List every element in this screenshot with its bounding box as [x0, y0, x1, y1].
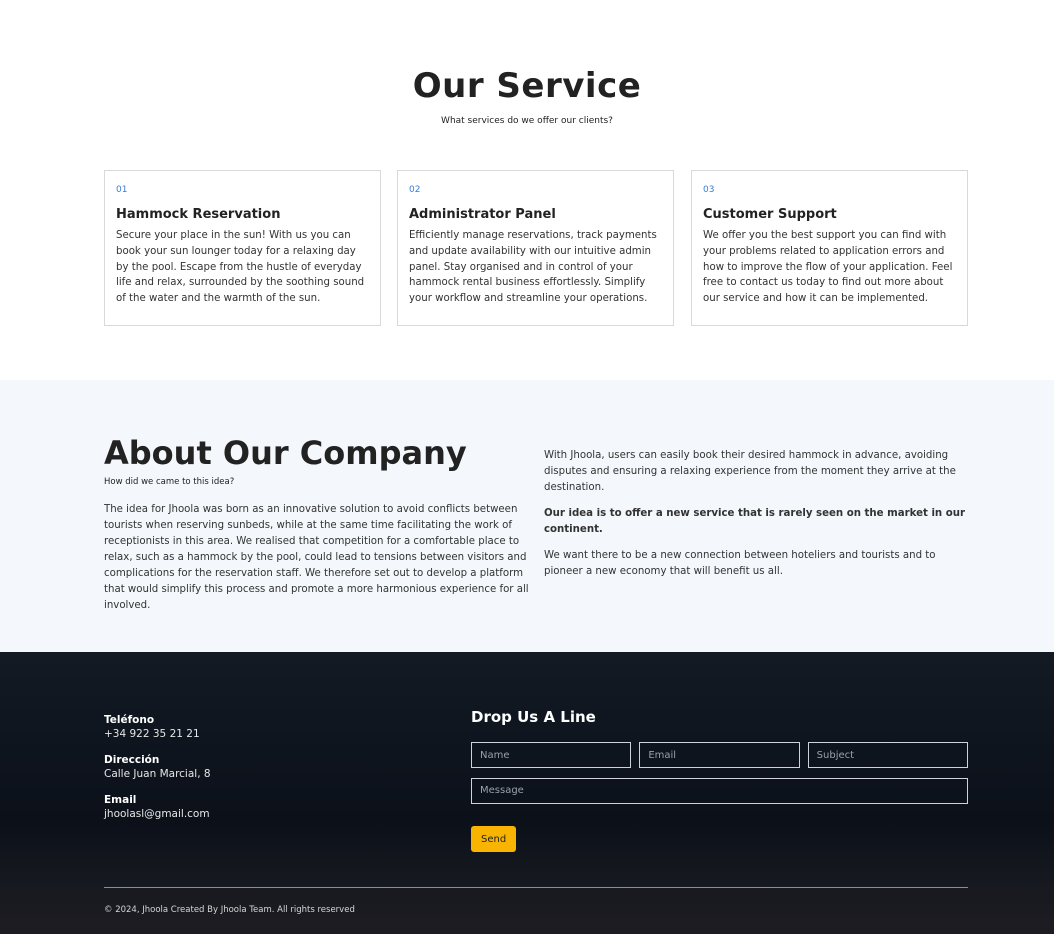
about-section: About Our Company How did we came to thi… [0, 380, 1054, 652]
service-card-text: Secure your place in the sun! With us yo… [116, 230, 365, 305]
address-value: Calle Juan Marcial, 8 [104, 768, 211, 780]
contact-email: Email jhoolasl@gmail.com [104, 794, 211, 820]
email-value: jhoolasl@gmail.com [104, 808, 210, 820]
service-card-text: We offer you the best support you can fi… [703, 230, 953, 305]
message-input[interactable] [471, 778, 968, 804]
service-card-admin: 02 Administrator Panel Efficiently manag… [397, 170, 674, 326]
about-left-text: The idea for Jhoola was born as an innov… [104, 504, 529, 611]
address-label: Dirección [104, 754, 160, 766]
send-button[interactable]: Send [471, 826, 517, 852]
form-title: Drop Us A Line [471, 708, 596, 726]
about-subtitle: How did we came to this idea? [104, 477, 235, 487]
footer-divider [104, 887, 968, 888]
copyright-text: © 2024, Jhoola Created By Jhoola Team. A… [104, 905, 355, 915]
service-card-number: 03 [703, 185, 715, 195]
form-row [471, 742, 968, 768]
service-card-title: Customer Support [703, 207, 837, 222]
about-highlight-paragraph: Our idea is to offer a new service that … [544, 508, 966, 535]
contact-address: Dirección Calle Juan Marcial, 8 [104, 754, 211, 780]
name-input[interactable] [471, 742, 632, 768]
service-card-title: Hammock Reservation [116, 207, 281, 222]
phone-value: +34 922 35 21 21 [104, 728, 200, 740]
services-title: Our Service [412, 66, 642, 106]
about-title: About Our Company [104, 434, 467, 472]
services-section: Our Service What services do we offer ou… [0, 0, 1054, 380]
service-card-title: Administrator Panel [409, 207, 556, 222]
contact-phone: Teléfono +34 922 35 21 21 [104, 714, 211, 740]
service-card-number: 01 [116, 185, 128, 195]
services-subtitle: What services do we offer our clients? [441, 116, 613, 126]
service-card-number: 02 [409, 185, 421, 195]
about-right-paragraph: With Jhoola, users can easily book their… [544, 450, 956, 493]
subject-input[interactable] [807, 742, 968, 768]
service-card-text: Efficiently manage reservations, track p… [409, 230, 657, 305]
about-right-column: With Jhoola, users can easily book their… [544, 448, 969, 590]
phone-label: Teléfono [104, 714, 155, 726]
service-card-hammock: 01 Hammock Reservation Secure your place… [104, 170, 381, 326]
contact-info: Teléfono +34 922 35 21 21 Dirección Call… [104, 714, 211, 834]
email-input[interactable] [639, 742, 800, 768]
footer: Teléfono +34 922 35 21 21 Dirección Call… [0, 652, 1054, 934]
contact-form: Drop Us A Line Send [471, 708, 968, 852]
service-card-support: 03 Customer Support We offer you the bes… [691, 170, 968, 326]
about-right-paragraph: We want there to be a new connection bet… [544, 550, 936, 577]
email-label: Email [104, 794, 137, 806]
